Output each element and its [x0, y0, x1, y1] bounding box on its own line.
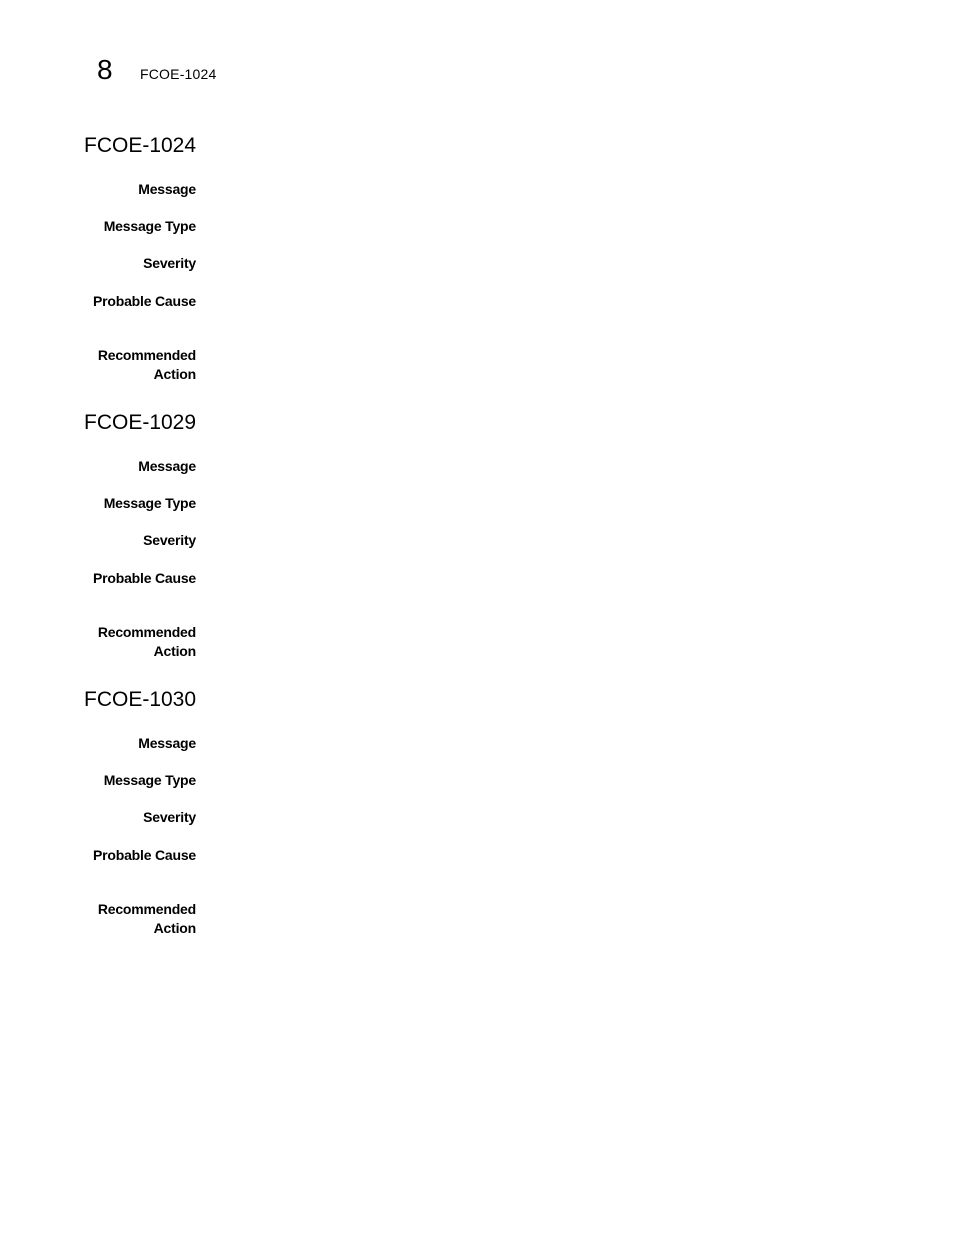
- section-title: FCOE-1030: [84, 688, 197, 711]
- message-section: FCOE-1029 Message Message Type Severity …: [84, 410, 884, 659]
- field-label-severity: Severity: [143, 532, 196, 548]
- page-header: 8 FCOE-1024: [97, 54, 217, 86]
- field-label-message: Message: [138, 181, 196, 197]
- running-title: FCOE-1024: [140, 66, 217, 82]
- chapter-number: 8: [97, 54, 113, 85]
- label-line: Recommended: [97, 624, 196, 640]
- field-label-message-type: Message Type: [103, 218, 196, 234]
- label-line: Recommended: [97, 347, 196, 363]
- field-label-probable-cause: Probable Cause: [92, 570, 196, 586]
- message-section: FCOE-1030 Message Message Type Severity …: [84, 687, 884, 936]
- label-line: Action: [153, 920, 197, 936]
- label-line: Recommended: [97, 901, 196, 917]
- field-label-probable-cause: Probable Cause: [92, 293, 196, 309]
- field-label-probable-cause: Probable Cause: [92, 847, 196, 863]
- label-line: Action: [153, 366, 197, 382]
- field-label-recommended-action: Recommended Action: [84, 623, 196, 661]
- label-line: Action: [153, 643, 197, 659]
- field-label-message: Message: [138, 458, 196, 474]
- section-title: FCOE-1024: [84, 134, 197, 157]
- field-label-message-type: Message Type: [103, 495, 196, 511]
- message-section: FCOE-1024 Message Message Type Severity …: [84, 133, 884, 382]
- field-label-severity: Severity: [143, 255, 196, 271]
- field-label-message-type: Message Type: [103, 772, 196, 788]
- field-label-message: Message: [138, 735, 196, 751]
- field-label-severity: Severity: [143, 809, 196, 825]
- field-label-recommended-action: Recommended Action: [84, 346, 196, 384]
- section-title: FCOE-1029: [84, 411, 197, 434]
- field-label-recommended-action: Recommended Action: [84, 900, 196, 938]
